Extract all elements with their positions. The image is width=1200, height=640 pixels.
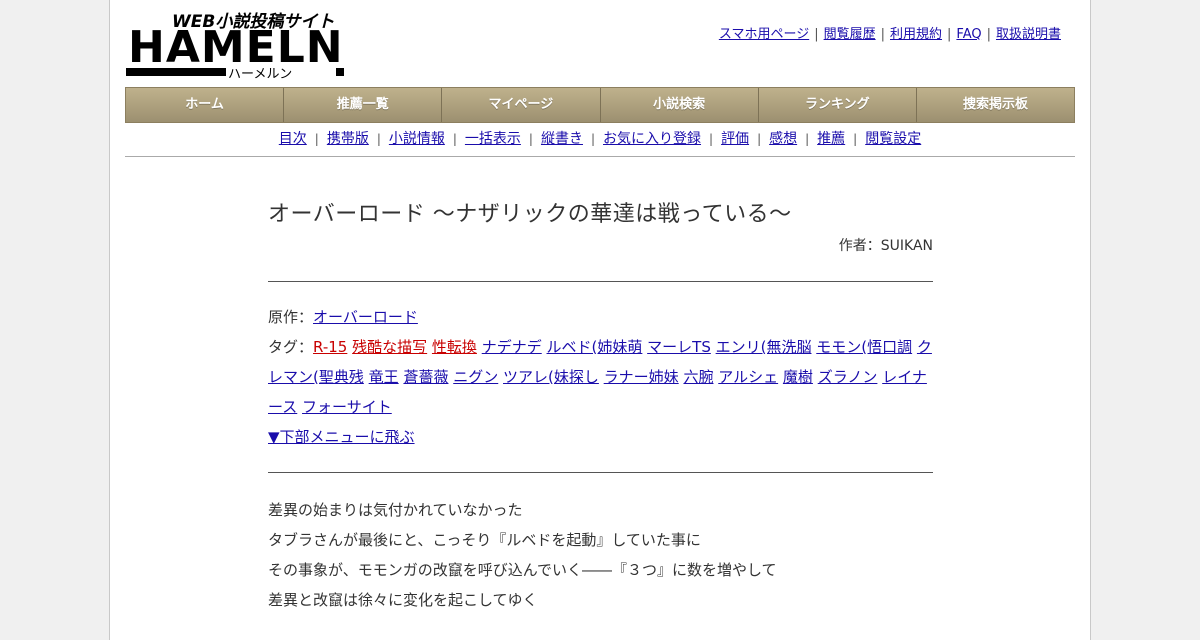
tag-link[interactable]: アルシェ [718, 368, 778, 386]
top-links: スマホ用ページ | 閲覧履歴 | 利用規約 | FAQ | 取扱説明書 [718, 27, 1061, 42]
nav-home[interactable]: ホーム [126, 88, 285, 122]
link-manual[interactable]: 取扱説明書 [996, 27, 1061, 42]
tag-link[interactable]: 魔樹 [783, 368, 813, 386]
tag-link[interactable]: 蒼薔薇 [403, 368, 448, 386]
link-faq[interactable]: FAQ [956, 27, 981, 42]
nav-recommend-list[interactable]: 推薦一覧 [284, 88, 443, 122]
svg-text:ハーメルン: ハーメルン [228, 67, 292, 80]
svg-text:HAMELN: HAMELN [128, 22, 344, 73]
tag-link[interactable]: フォーサイト [302, 398, 392, 416]
jump-row: ▼下部メニューに飛ぶ [268, 422, 933, 452]
tag-link[interactable]: ラナー姉妹 [604, 368, 679, 386]
synopsis-line: タブラさんが最後にと、こっそり『ルベドを起動』していた事に [268, 531, 701, 549]
global-nav: ホーム 推薦一覧 マイページ 小説検索 ランキング 捜索掲示板 [125, 87, 1075, 123]
link-smartphone[interactable]: スマホ用ページ [719, 27, 809, 42]
tag-link[interactable]: 六腕 [683, 368, 713, 386]
synopsis-line: その事象が、モモンガの改竄を呼び込んでいく――『３つ』に数を増やして [268, 561, 777, 579]
tag-link[interactable]: ズラノン [818, 368, 878, 386]
divider [268, 281, 933, 282]
nav-mypage[interactable]: マイページ [442, 88, 601, 122]
novel-author: 作者：SUIKAN [838, 238, 933, 254]
subnav-settings[interactable]: 閲覧設定 [865, 131, 921, 147]
tag-link[interactable]: モモン(悟口調 [816, 338, 912, 356]
subnav-all[interactable]: 一括表示 [465, 131, 521, 147]
subnav-vertical[interactable]: 縦書き [541, 131, 583, 147]
novel-title: オーバーロード ～ナザリックの華達は戦っている～ [268, 202, 792, 227]
tag-link[interactable]: ツアレ(妹探し [503, 368, 599, 386]
subnav-mobile[interactable]: 携帯版 [327, 131, 369, 147]
tag-link[interactable]: ナデナデ [482, 338, 542, 356]
tag-link[interactable]: マーレTS [647, 338, 711, 356]
jump-to-bottom-link[interactable]: ▼下部メニューに飛ぶ [268, 428, 415, 446]
link-history[interactable]: 閲覧履歴 [824, 27, 876, 42]
tag-link[interactable]: エンリ(無洗脳 [716, 338, 812, 356]
subnav-rate[interactable]: 評価 [721, 131, 749, 147]
subnav-favorite[interactable]: お気に入り登録 [603, 131, 701, 147]
tag-link[interactable]: 竜王 [369, 368, 399, 386]
subnav-info[interactable]: 小説情報 [389, 131, 445, 147]
author-name[interactable]: SUIKAN [881, 238, 933, 254]
novel-synopsis: 差異の始まりは気付かれていなかった タブラさんが最後にと、こっそり『ルベドを起動… [268, 495, 933, 615]
site-logo[interactable]: WEB小説投稿サイト HAMELN ハーメルン [126, 10, 346, 80]
nav-ranking[interactable]: ランキング [759, 88, 917, 122]
novel-meta: 原作：オーバーロード タグ：R-15 残酷な描写 性転換 ナデナデ ルベド(姉妹… [268, 302, 933, 452]
tag-link[interactable]: ルベド(姉妹萌 [547, 338, 643, 356]
link-terms[interactable]: 利用規約 [890, 27, 942, 42]
original-link[interactable]: オーバーロード [313, 308, 418, 326]
tag-link[interactable]: ニグン [453, 368, 498, 386]
subnav-toc[interactable]: 目次 [279, 131, 307, 147]
sub-nav: 目次 | 携帯版 | 小説情報 | 一括表示 | 縦書き | お気に入り登録 | 評価 | 感想 | 推薦 | 閲覧… [125, 122, 1075, 157]
subnav-recommend[interactable]: 推薦 [817, 131, 845, 147]
synopsis-line: 差異と改竄は徐々に変化を起こしてゆく [268, 591, 538, 609]
divider [268, 472, 933, 473]
novel-main: オーバーロード ～ナザリックの華達は戦っている～ 作者：SUIKAN 原作：オー… [268, 190, 933, 615]
nav-novel-search[interactable]: 小説検索 [601, 88, 759, 122]
tag-link[interactable]: R-15 [313, 338, 347, 356]
synopsis-line: 差異の始まりは気付かれていなかった [268, 501, 523, 519]
tags-row: タグ：R-15 残酷な描写 性転換 ナデナデ ルベド(姉妹萌 マーレTS エンリ… [268, 338, 932, 416]
page-container: WEB小説投稿サイト HAMELN ハーメルン スマホ用ページ | 閲覧履歴 | 利用規… [109, 0, 1091, 640]
tag-link[interactable]: 性転換 [432, 338, 477, 356]
subnav-review[interactable]: 感想 [769, 131, 797, 147]
tag-link[interactable]: 残酷な描写 [352, 338, 427, 356]
nav-search-board[interactable]: 捜索掲示板 [917, 88, 1074, 122]
original-row: 原作：オーバーロード [268, 308, 418, 326]
